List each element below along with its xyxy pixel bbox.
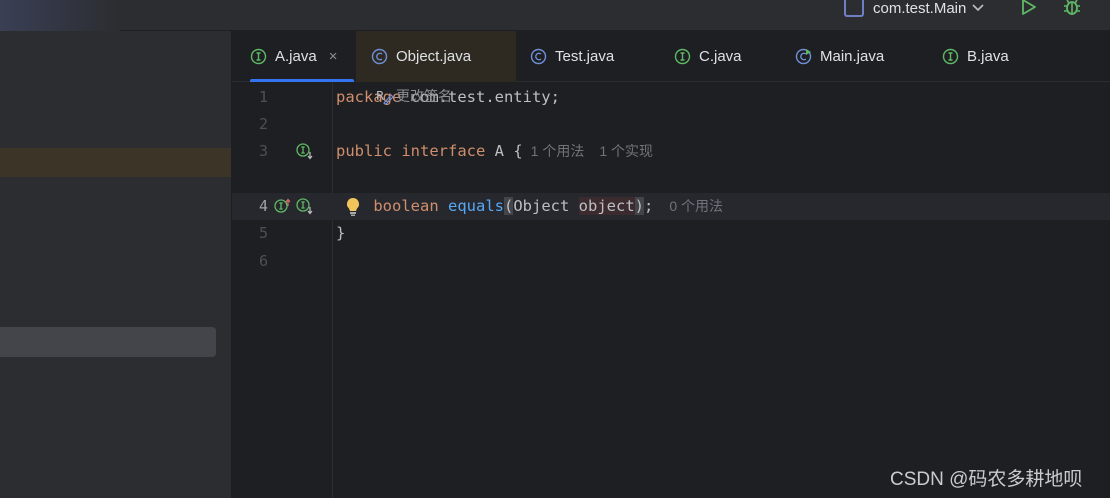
- tab-label: B.java: [967, 48, 1009, 65]
- tab-label: Test.java: [555, 48, 615, 65]
- interface-icon: [250, 48, 267, 65]
- toolbar-left-area: [0, 0, 120, 31]
- overrides-method-gutter-icon[interactable]: [274, 198, 291, 215]
- change-signature-label: 更改签名: [396, 88, 452, 104]
- type-name: Object: [513, 197, 579, 215]
- project-tool-window: [0, 31, 232, 498]
- paren-close: ): [634, 197, 645, 215]
- usages-inlay-hint[interactable]: 1 个用法: [531, 143, 585, 159]
- run-configuration-label: com.test.Main: [873, 0, 967, 17]
- parameter-name: object: [578, 197, 635, 215]
- line-number: 4: [258, 197, 268, 215]
- editor-tab-bar: A.java × Object.java Test.java C.java Ma…: [232, 31, 1110, 83]
- run-icon[interactable]: [1020, 0, 1038, 16]
- project-tree-selected-row[interactable]: [0, 148, 232, 177]
- keyword: boolean: [373, 197, 439, 215]
- line-number: 2: [258, 115, 268, 133]
- watermark-text: CSDN @码农多耕地呗: [890, 469, 1083, 490]
- chevron-down-icon: [972, 4, 984, 12]
- debug-icon[interactable]: [1062, 0, 1082, 17]
- implemented-method-gutter-icon[interactable]: [296, 198, 313, 215]
- tab-label: Main.java: [820, 48, 885, 65]
- line-number: 3: [258, 142, 268, 160]
- tab-a-java[interactable]: A.java ×: [250, 31, 354, 83]
- tab-label: A.java: [275, 48, 317, 65]
- code-text: }: [336, 224, 346, 242]
- tab-main-java[interactable]: Main.java: [795, 31, 915, 82]
- code-line[interactable]: 1 package com.test.entity;: [232, 84, 1110, 111]
- code-text: ;: [644, 197, 654, 215]
- refactoring-icon: R: [376, 89, 394, 105]
- code-line[interactable]: 5 }: [232, 220, 1110, 247]
- run-configuration-selector[interactable]: com.test.Main: [844, 0, 985, 17]
- project-horizontal-scrollbar[interactable]: [0, 327, 216, 357]
- class-icon: [530, 48, 547, 65]
- code-line[interactable]: 3 public interface A { 1 个用法 1 个实现: [232, 138, 1110, 165]
- svg-text:R: R: [376, 89, 384, 103]
- tab-b-java[interactable]: B.java: [942, 31, 1042, 82]
- code-line[interactable]: 6: [232, 248, 1110, 275]
- tab-test-java[interactable]: Test.java: [530, 31, 650, 82]
- method-name: equals: [448, 197, 504, 215]
- paren-open: (: [504, 197, 514, 215]
- top-toolbar: com.test.Main: [0, 0, 1110, 31]
- code-line[interactable]: 2: [232, 111, 1110, 138]
- usages-inlay-hint[interactable]: 0 个用法: [669, 198, 723, 214]
- code-editor[interactable]: 1 package com.test.entity; 2 3 public in…: [232, 82, 1110, 498]
- application-icon: [844, 0, 864, 17]
- change-signature-code-vision[interactable]: R 更改签名: [376, 86, 452, 106]
- code-line-current[interactable]: 4 boolean equals(Object object); 0 个用法: [232, 193, 1110, 220]
- interface-icon: [942, 48, 959, 65]
- line-number: 5: [258, 224, 268, 242]
- keyword: public: [336, 142, 392, 160]
- line-number: 6: [258, 252, 268, 270]
- keyword: interface: [401, 142, 486, 160]
- interface-icon: [674, 48, 691, 65]
- tab-label: Object.java: [396, 48, 472, 65]
- class-icon: [371, 48, 388, 65]
- code-text: A {: [485, 142, 523, 160]
- runnable-class-icon: [795, 48, 812, 65]
- implemented-interface-gutter-icon[interactable]: [296, 143, 313, 160]
- close-icon[interactable]: ×: [329, 48, 338, 65]
- tab-label: C.java: [699, 48, 742, 65]
- implementations-inlay-hint[interactable]: 1 个实现: [599, 143, 653, 159]
- tab-c-java[interactable]: C.java: [674, 31, 774, 82]
- line-number: 1: [258, 88, 268, 106]
- tab-object-java[interactable]: Object.java: [356, 31, 516, 82]
